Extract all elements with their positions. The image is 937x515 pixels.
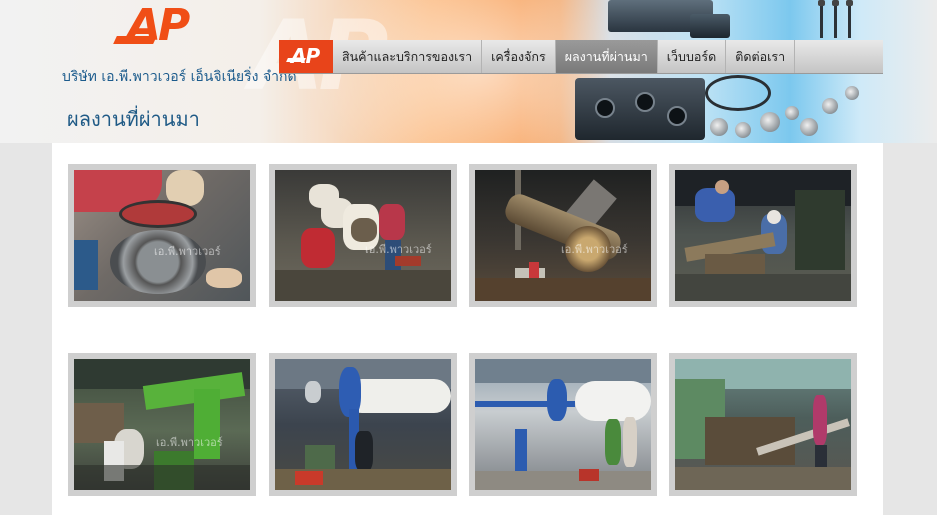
fitting-image <box>800 118 818 136</box>
fitting-image <box>845 86 859 100</box>
gallery-item[interactable]: เอ.พี.พาวเวอร์ <box>68 353 256 496</box>
gallery-photo-workers-shaft-repair <box>675 170 851 301</box>
fitting-image <box>735 122 751 138</box>
fitting-image <box>710 118 728 136</box>
gallery-photo-worker-sealing-ring: เอ.พี.พาวเวอร์ <box>74 170 250 301</box>
cable-image <box>705 75 771 111</box>
hydraulic-block-image <box>575 78 705 140</box>
nav-item-machines[interactable]: เครื่องจักร <box>482 40 556 73</box>
gallery-item[interactable]: เอ.พี.พาวเวอร์ <box>269 164 457 307</box>
nav-item-webboard[interactable]: เว็บบอร์ด <box>658 40 727 73</box>
nav-item-products-services[interactable]: สินค้าและบริการของเรา <box>333 40 483 73</box>
fitting-image <box>760 112 780 132</box>
nav-logo[interactable]: AP <box>279 40 333 73</box>
gallery-photo-blue-roller-lift <box>275 359 451 490</box>
company-name: บริษัท เอ.พี.พาวเวอร์ เอ็นจิเนียริ่ง จำก… <box>62 69 297 85</box>
fitting-image <box>822 98 838 114</box>
site-header: AP AP บริษัท เอ.พี.พาวเวอร์ เอ็นจิเนียริ… <box>0 0 937 143</box>
main-nav: AP สินค้าและบริการของเรา เครื่องจักร ผลง… <box>279 40 883 74</box>
gallery-item[interactable]: เอ.พี.พาวเวอร์ <box>469 164 657 307</box>
gallery-photo-workers-rollers: เอ.พี.พาวเวอร์ <box>275 170 451 301</box>
valve-solenoid-image <box>690 14 730 38</box>
gallery-content: เอ.พี.พาวเวอร์ เอ.พี.พาวเวอร์ เอ.พี.พาวเ… <box>52 143 883 515</box>
gallery-item[interactable] <box>269 353 457 496</box>
page-title: ผลงานที่ผ่านมา <box>67 107 200 131</box>
fitting-image <box>785 106 799 120</box>
gallery-item[interactable] <box>669 353 857 496</box>
nav-item-contact[interactable]: ติดต่อเรา <box>726 40 796 73</box>
nav-item-past-works[interactable]: ผลงานที่ผ่านมา <box>555 40 658 73</box>
gallery-photo-blue-roller-lift-wide <box>475 359 651 490</box>
gallery-item[interactable] <box>469 353 657 496</box>
gallery-photo-long-shaft-workshop <box>675 359 851 490</box>
gallery-photo-shaft-assembly: เอ.พี.พาวเวอร์ <box>475 170 651 301</box>
gallery-item[interactable] <box>669 164 857 307</box>
company-logo[interactable]: AP <box>113 0 213 51</box>
gallery-item[interactable]: เอ.พี.พาวเวอร์ <box>68 164 256 307</box>
gallery-photo-green-hydraulic-machine: เอ.พี.พาวเวอร์ <box>74 359 250 490</box>
